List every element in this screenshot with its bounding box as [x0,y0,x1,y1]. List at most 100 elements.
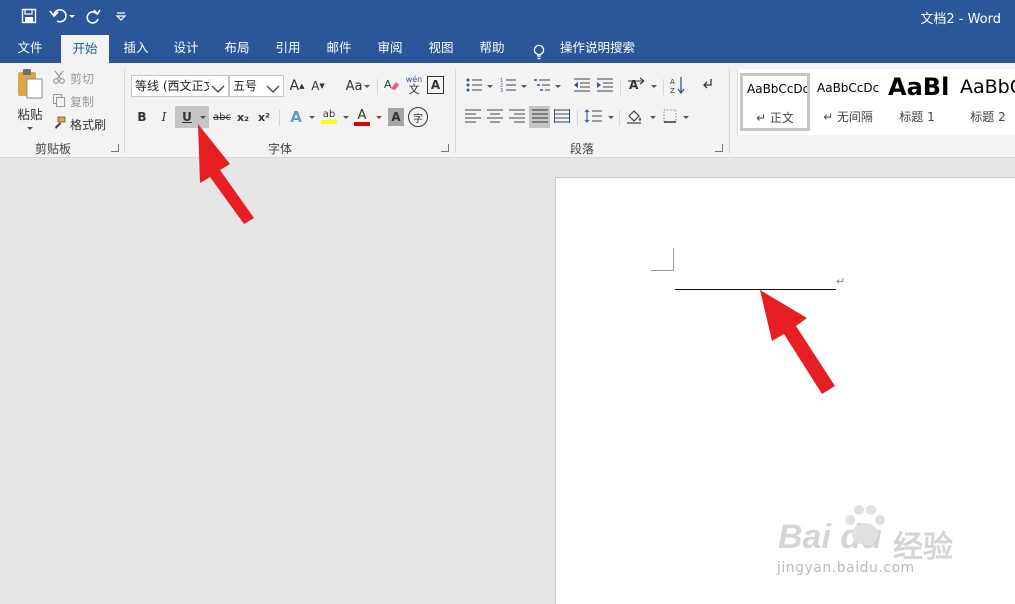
redo-icon[interactable] [82,6,104,26]
separator [619,110,620,126]
tab-view[interactable]: 视图 [417,32,465,63]
text-effects-button[interactable]: A [285,106,315,128]
distributed-button[interactable] [552,107,572,127]
undo-icon[interactable] [48,6,78,26]
separator [620,79,621,95]
shrink-font-button[interactable]: A ▼ [309,76,327,96]
align-center-button[interactable] [485,107,505,127]
align-left-button[interactable] [463,107,483,127]
cut-label: 剪切 [70,71,95,86]
bullets-button[interactable] [463,76,493,96]
font-launcher-icon[interactable] [441,144,449,152]
tell-me-search[interactable]: 操作说明搜索 [528,32,638,63]
phonetic-bottom: 文 [408,82,420,96]
bold-icon: B [137,110,147,124]
style-name: ↵ 无间隔 [823,110,873,124]
style-heading-1[interactable]: AaBl 标题 1 [886,73,948,131]
tab-file[interactable]: 文件 [4,32,56,63]
tab-mailings[interactable]: 邮件 [315,32,363,63]
highlight-button[interactable]: ab [318,106,350,128]
increase-indent-icon [597,78,613,95]
tab-design[interactable]: 设计 [162,32,210,63]
decrease-indent-button[interactable] [572,76,592,96]
tab-references[interactable]: 引用 [264,32,312,63]
grow-font-button[interactable]: A ▲ [288,76,306,96]
line-spacing-button[interactable] [582,107,614,127]
highlight-dropdown-icon[interactable] [343,116,349,119]
save-icon[interactable] [18,6,40,26]
ribbon-tabs: 文件 开始 插入 设计 布局 引用 邮件 审阅 视图 帮助 操作说明搜索 [0,32,1015,63]
shading-dropdown-icon[interactable] [650,116,656,119]
align-right-button[interactable] [507,107,527,127]
svg-text:A: A [384,78,392,91]
paste-dropdown-icon[interactable] [27,127,33,130]
style-no-spacing[interactable]: AaBbCcDc ↵ 无间隔 [813,73,883,131]
character-border-button[interactable]: A [427,76,444,94]
paragraph-launcher-icon[interactable] [715,144,723,152]
change-case-icon: Aa [345,78,363,94]
italic-button[interactable]: I [155,106,173,128]
numbering-button[interactable]: 123 [497,76,527,96]
multilevel-list-dropdown-icon[interactable] [555,85,561,88]
shading-button[interactable] [624,107,656,127]
document-title: 文档2 - Word [920,12,1001,27]
borders-dropdown-icon[interactable] [683,116,689,119]
borders-button[interactable] [659,107,691,127]
multilevel-list-button[interactable] [531,76,561,96]
title-bar: 文档2 - Word [0,0,1015,32]
change-case-button[interactable]: Aa [337,76,371,96]
clear-formatting-button[interactable]: A [382,76,402,96]
asian-layout-button[interactable]: A [625,76,657,96]
italic-icon: I [161,110,167,124]
clipboard-group-label: 剪贴板 [34,142,71,156]
tab-home[interactable]: 开始 [61,35,109,63]
font-color-button[interactable]: A [351,106,383,128]
decrease-indent-icon [574,78,590,95]
asian-layout-dropdown-icon[interactable] [651,85,657,88]
change-case-dropdown-icon[interactable] [364,85,370,88]
copy-label: 复制 [70,94,95,109]
paint-bucket-icon [626,108,644,127]
font-name-combo[interactable]: 等线 (西文正文 [131,75,229,97]
copy-icon [52,93,66,110]
increase-indent-button[interactable] [595,76,615,96]
sort-button[interactable]: AZ [668,75,688,97]
align-right-icon [509,109,525,126]
font-size-combo[interactable]: 五号 [229,75,284,97]
line-spacing-dropdown-icon[interactable] [608,116,614,119]
font-color-dropdown-icon[interactable] [376,116,382,119]
group-divider [729,69,730,153]
tab-review[interactable]: 审阅 [366,32,414,63]
separator [377,79,378,95]
copy-button[interactable]: 复制 [52,92,106,110]
paste-label: 粘贴 [17,107,43,122]
underline-dropdown-icon[interactable] [200,116,206,119]
styles-gallery: AaBbCcDc ↵ 正文 AaBbCcDc ↵ 无间隔 AaBl 标题 1 A… [737,69,1015,135]
tab-layout[interactable]: 布局 [213,32,261,63]
numbering-dropdown-icon[interactable] [521,85,527,88]
highlight-color-swatch [321,120,337,124]
bold-button[interactable]: B [133,106,151,128]
character-shading-button[interactable]: A [388,108,404,126]
text-effects-icon: A [290,108,302,126]
paste-button[interactable]: 粘贴 [12,67,48,133]
separator [279,110,280,126]
style-sample: AaBbC [960,76,1015,98]
clipboard-launcher-icon[interactable] [111,144,119,152]
cut-button[interactable]: 剪切 [52,69,106,87]
show-hide-marks-button[interactable] [698,76,718,96]
phonetic-guide-button[interactable]: wén 文 [404,74,424,96]
customize-quick-access-icon[interactable] [112,6,130,26]
tab-insert[interactable]: 插入 [112,32,160,63]
style-heading-2[interactable]: AaBbC 标题 2 [958,73,1015,131]
highlight-icon: ab [322,109,336,120]
chevron-down-icon [209,80,225,96]
bullets-dropdown-icon[interactable] [487,85,493,88]
text-effects-dropdown-icon[interactable] [309,116,315,119]
style-normal[interactable]: AaBbCcDc ↵ 正文 [740,73,810,131]
justify-button[interactable] [529,106,550,128]
enclose-characters-button[interactable]: 字 [408,107,428,127]
tab-help[interactable]: 帮助 [468,32,516,63]
clipboard-icon [15,67,45,104]
format-painter-button[interactable]: 格式刷 [52,115,112,133]
